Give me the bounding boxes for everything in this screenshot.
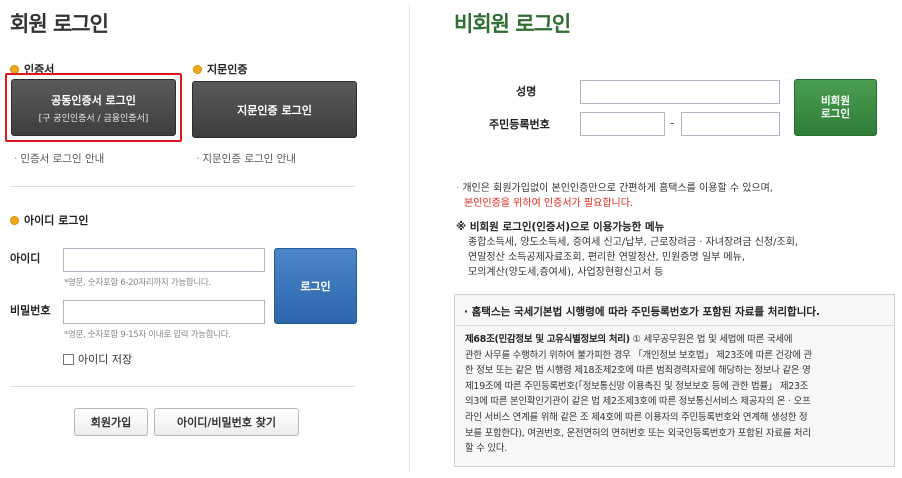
join-button-label: 회원가입 — [90, 416, 132, 429]
cert-login-guide-text: 인증서 로그인 안내 — [20, 153, 105, 165]
guest-info: · 개인은 회원가입없이 본인인증만으로 간편하게 홈택스를 이용할 수 있으며… — [456, 181, 896, 211]
privacy-law-line: 라인 서비스 연계를 위해 같은 조 제4호에 따른 이용자의 주민등록번호와 … — [465, 411, 808, 423]
remember-id-label: 아이디 저장 — [78, 353, 133, 366]
rrn-separator: - — [670, 116, 675, 130]
privacy-law-heading: · 홈택스는 국세기본법 시행령에 따라 주민등록번호가 포함된 자료를 처리합… — [455, 295, 894, 326]
id-login-button[interactable]: 로그인 — [274, 248, 357, 324]
id-login-button-label: 로그인 — [300, 280, 331, 293]
rrn-first-input[interactable] — [580, 112, 665, 136]
name-field-label: 성명 — [516, 85, 537, 98]
guest-login-button[interactable]: 비회원 로그인 — [794, 79, 877, 136]
column-divider — [409, 5, 410, 473]
guest-info-line2: 본인인증을 위하여 인증서가 필요합니다. — [464, 198, 634, 209]
password-field-label: 비밀번호 — [10, 304, 51, 317]
rrn-field-label: 주민등록번호 — [489, 118, 550, 131]
guest-menu-line: 종합소득세, 양도소득세, 증여세 신고/납부, 근로장려금 · 자녀장려금 신… — [468, 237, 799, 248]
cert-login-guide-link[interactable]: · 인증서 로그인 안내 — [14, 151, 104, 166]
id-input-hint: *영문, 숫자포함 6-20자리까지 가능합니다. — [64, 278, 211, 288]
find-id-password-button[interactable]: 아이디/비밀번호 찾기 — [154, 408, 299, 436]
privacy-law-article-title: 제68조(민감정보 및 고유식별정보의 처리) — [465, 334, 630, 345]
guest-login-button-line2: 로그인 — [821, 107, 850, 120]
guest-menu-line: 연말정산 소득공제자료조회, 편리한 연말정산, 민원증명 일부 메뉴, — [468, 252, 746, 263]
id-input[interactable] — [63, 248, 265, 272]
cert-login-button[interactable]: 공동인증서 로그인 [구 공인인증서 / 금융인증서] — [11, 79, 176, 136]
finger-section-label: 지문인증 — [193, 61, 247, 77]
privacy-law-line: 보를 포함한다), 여권번호, 운전면허의 면허번호 또는 외국인등록번호가 포… — [465, 427, 811, 439]
privacy-law-body: 제68조(민감정보 및 고유식별정보의 처리) ① 세무공무원은 법 및 세법에… — [455, 326, 894, 457]
privacy-law-line: 제19조에 따른 주민등록번호(「정보통신망 이용촉진 및 정보보호 등에 관한… — [465, 380, 809, 392]
remember-id-checkbox[interactable]: 아이디 저장 — [63, 351, 132, 367]
privacy-law-line: 할 수 있다. — [465, 443, 508, 455]
rrn-second-input[interactable] — [681, 112, 780, 136]
finger-login-button[interactable]: 지문인증 로그인 — [192, 81, 357, 138]
guest-menu-list: 종합소득세, 양도소득세, 증여세 신고/납부, 근로장려금 · 자녀장려금 신… — [468, 235, 898, 280]
member-divider-bottom — [10, 386, 355, 387]
privacy-law-notice: · 홈택스는 국세기본법 시행령에 따라 주민등록번호가 포함된 자료를 처리합… — [454, 294, 895, 467]
find-id-password-button-label: 아이디/비밀번호 찾기 — [177, 416, 276, 429]
orange-dot-icon — [10, 215, 19, 225]
finger-login-button-label: 지문인증 로그인 — [237, 103, 312, 117]
member-divider-top — [10, 186, 355, 187]
id-section-label-text: 아이디 로그인 — [24, 214, 89, 227]
guest-menu-title: ※ 비회원 로그인(인증서)으로 이용가능한 메뉴 — [456, 221, 665, 233]
guest-menu-line: 모의계산(양도세,증여세), 사업장현황신고서 등 — [468, 267, 664, 278]
password-input-hint: *영문, 숫자포함 9-15자 이내로 입력 가능합니다. — [64, 330, 231, 340]
name-input[interactable] — [580, 80, 780, 104]
guest-login-title: 비회원 로그인 — [454, 12, 571, 36]
checkbox-icon[interactable] — [63, 353, 74, 365]
member-login-title: 회원 로그인 — [10, 12, 109, 36]
id-field-label: 아이디 — [10, 252, 41, 265]
cert-login-highlight-frame: 공동인증서 로그인 [구 공인인증서 / 금융인증서] — [5, 73, 182, 142]
guest-info-line1: 개인은 회원가입없이 본인인증만으로 간편하게 홈택스를 이용할 수 있으며, — [462, 183, 773, 194]
cert-login-button-sublabel: [구 공인인증서 / 금융인증서] — [38, 113, 149, 124]
id-section-label: 아이디 로그인 — [10, 212, 89, 228]
finger-login-guide-link[interactable]: · 지문인증 로그인 안내 — [196, 151, 296, 166]
privacy-law-line: 관한 사무를 수행하기 위하여 불가피한 경우 「개인정보 보호법」 제23조에… — [465, 349, 812, 361]
password-input[interactable] — [63, 300, 265, 324]
privacy-law-line: 의3에 따른 본인확인기관이 같은 법 제2조제3호에 따른 정보통신서비스 제… — [465, 396, 811, 408]
guest-login-button-line1: 비회원 — [821, 94, 850, 107]
privacy-law-line: 한 정보 또는 같은 법 시행령 제18조제2호에 따른 범죄경력자료에 해당하… — [465, 365, 811, 377]
cert-login-button-label: 공동인증서 로그인 — [51, 93, 136, 107]
join-button[interactable]: 회원가입 — [74, 408, 148, 436]
finger-section-label-text: 지문인증 — [207, 63, 248, 76]
privacy-law-line: ① 세무공무원은 법 및 세법에 따른 국세에 — [632, 334, 793, 345]
finger-login-guide-text: 지문인증 로그인 안내 — [202, 153, 296, 165]
orange-dot-icon — [193, 64, 202, 74]
